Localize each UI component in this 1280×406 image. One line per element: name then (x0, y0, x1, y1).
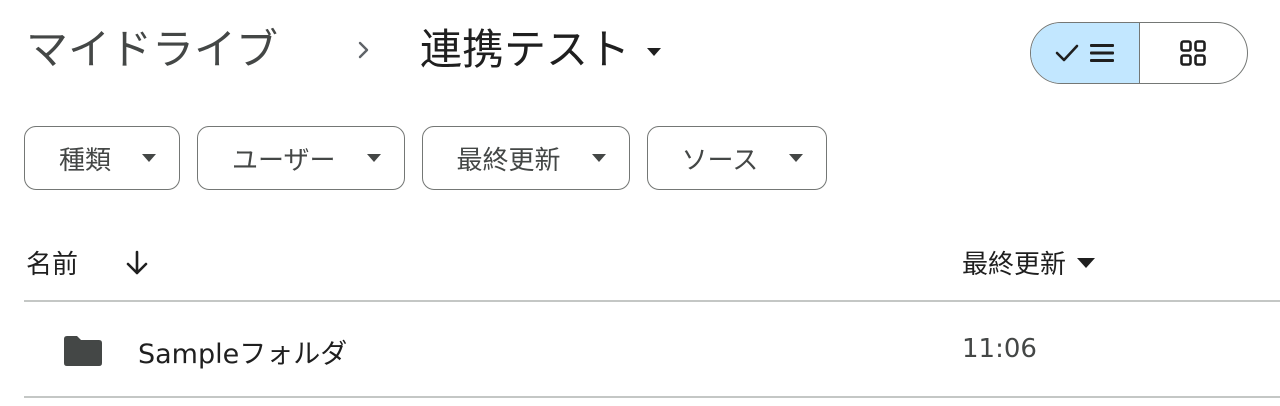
modified-time: 11:06 (962, 334, 1037, 364)
filter-user-chip[interactable]: ユーザー (197, 126, 405, 190)
drive-page: マイドライブ 連携テスト 種類 ユーザー 最終更新 ソース 名前 最終更新 Sa… (0, 0, 1280, 406)
filter-type-chip[interactable]: 種類 (24, 126, 181, 190)
arrow-down-icon[interactable] (124, 249, 150, 277)
chip-label: ソース (681, 145, 759, 176)
breadcrumb-current: 連携テスト (420, 25, 631, 74)
chip-label: 最終更新 (456, 145, 561, 176)
caret-down-icon (591, 154, 606, 162)
view-toggle (1030, 22, 1248, 84)
caret-down-icon (142, 154, 157, 162)
column-name-label: 名前 (26, 250, 79, 280)
caret-down-icon (366, 154, 381, 162)
chip-label: ユーザー (232, 145, 336, 176)
folder-icon (64, 336, 102, 366)
breadcrumb-root[interactable]: マイドライブ (26, 22, 278, 78)
chip-label: 種類 (59, 145, 112, 176)
list-view-button[interactable] (1031, 23, 1140, 83)
filter-chips: 種類 ユーザー 最終更新 ソース (24, 126, 828, 190)
table-divider (24, 396, 1280, 398)
caret-down-icon (1077, 257, 1096, 268)
filter-modified-chip[interactable]: 最終更新 (421, 126, 630, 190)
file-name: Sampleフォルダ (138, 339, 348, 370)
list-icon (1089, 44, 1114, 62)
check-icon (1055, 44, 1079, 62)
caret-down-icon (789, 154, 804, 162)
column-header-modified[interactable]: 最終更新 (962, 244, 1096, 281)
breadcrumb-current-folder-menu[interactable]: 連携テスト (420, 18, 664, 82)
caret-down-icon (647, 48, 662, 56)
chevron-right-icon (358, 41, 369, 59)
grid-icon (1180, 40, 1207, 66)
grid-view-button[interactable] (1140, 23, 1248, 83)
column-modified-label: 最終更新 (962, 250, 1067, 280)
filter-source-chip[interactable]: ソース (646, 126, 828, 190)
table-row[interactable]: Sampleフォルダ 11:06 (24, 302, 1280, 396)
column-header-name[interactable]: 名前 (26, 244, 150, 281)
